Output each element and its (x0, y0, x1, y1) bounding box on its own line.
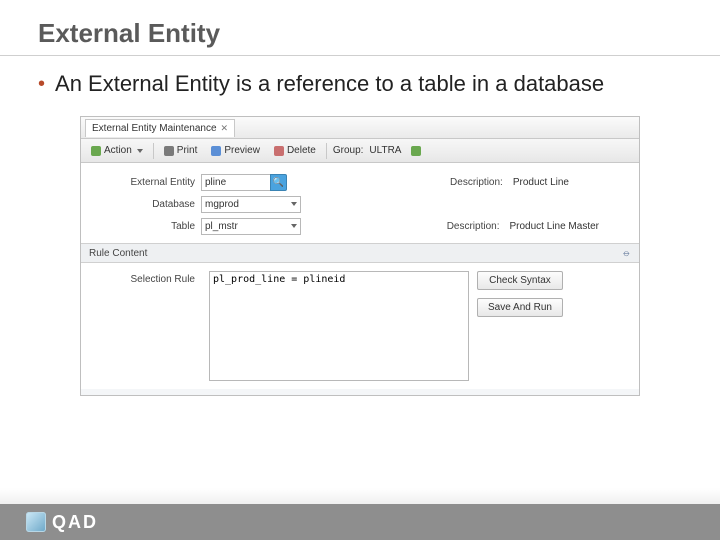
preview-button[interactable]: Preview (207, 144, 264, 157)
delete-label: Delete (287, 145, 316, 156)
brand-text: QAD (52, 512, 98, 533)
footer-brand: QAD (0, 504, 720, 540)
lookup-icon[interactable]: 🔍 (270, 174, 287, 191)
database-value: mgprod (205, 197, 239, 212)
save-and-run-button[interactable]: Save And Run (477, 298, 563, 317)
page-title: External Entity (38, 18, 682, 49)
app-window: External Entity Maintenance ✕ Action Pri… (80, 116, 640, 396)
database-select[interactable]: mgprod (201, 196, 301, 213)
group-value: ULTRA (369, 145, 401, 156)
description-value-2: Product Line Master (506, 221, 600, 232)
description-label-2: Description: (436, 221, 506, 232)
description-label-1: Description: (439, 177, 509, 188)
selection-rule-input[interactable] (209, 271, 469, 381)
chevron-down-icon (291, 224, 297, 228)
close-icon[interactable]: ✕ (221, 123, 229, 134)
collapse-icon[interactable]: ⦵ (622, 247, 631, 260)
chevron-down-icon (137, 149, 143, 153)
preview-label: Preview (224, 145, 260, 156)
separator (326, 143, 327, 159)
action-label: Action (104, 145, 132, 156)
print-button[interactable]: Print (160, 144, 202, 157)
bullet-text: An External Entity is a reference to a t… (55, 70, 604, 98)
action-icon (91, 146, 101, 156)
save-icon (411, 146, 421, 156)
external-entity-input[interactable]: pline (201, 174, 271, 191)
toolbar: Action Print Preview Delete Group: (81, 139, 639, 163)
rule-content-label: Rule Content (89, 248, 147, 259)
selection-rule-label: Selection Rule (91, 271, 201, 381)
table-select[interactable]: pl_mstr (201, 218, 301, 235)
database-label: Database (91, 199, 201, 210)
tab-label: External Entity Maintenance (92, 123, 217, 134)
delete-button[interactable]: Delete (270, 144, 320, 157)
rule-area: Selection Rule Check Syntax Save And Run (81, 263, 639, 389)
brand-logo-icon (26, 512, 46, 532)
check-syntax-button[interactable]: Check Syntax (477, 271, 563, 290)
preview-icon (211, 146, 221, 156)
form-area: External Entity pline 🔍 Description: Pro… (81, 163, 639, 243)
table-value: pl_mstr (205, 219, 238, 234)
group-label: Group: (333, 145, 364, 156)
chevron-down-icon (291, 202, 297, 206)
table-label: Table (91, 221, 201, 232)
delete-icon (274, 146, 284, 156)
separator (153, 143, 154, 159)
action-menu[interactable]: Action (87, 144, 147, 157)
tab-bar: External Entity Maintenance ✕ (81, 117, 639, 139)
description-value-1: Product Line (509, 177, 569, 188)
external-entity-label: External Entity (91, 177, 201, 188)
rule-content-header[interactable]: Rule Content ⦵ (81, 243, 639, 263)
bullet-item: • An External Entity is a reference to a… (38, 70, 682, 98)
bullet-dot-icon: • (38, 70, 45, 98)
footer-shadow (0, 488, 720, 504)
save-button[interactable] (407, 145, 425, 157)
print-label: Print (177, 145, 198, 156)
print-icon (164, 146, 174, 156)
tab-external-entity-maintenance[interactable]: External Entity Maintenance ✕ (85, 119, 235, 137)
